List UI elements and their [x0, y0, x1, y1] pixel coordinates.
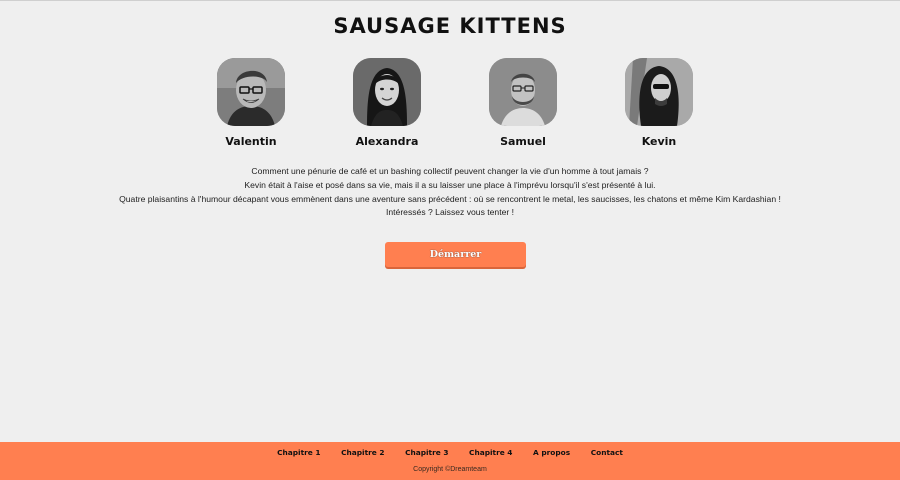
- copyright-text: Copyright ©Dreamteam: [413, 466, 487, 473]
- avatar-valentin: [217, 58, 285, 126]
- footer-link-chapitre-1[interactable]: Chapitre 1: [277, 448, 320, 457]
- member-name: Kevin: [641, 135, 677, 148]
- footer-link-a-propos[interactable]: A propos: [533, 448, 570, 457]
- intro-text: Comment une pénurie de café et un bashin…: [0, 165, 900, 220]
- footer-nav: Chapitre 1 Chapitre 2 Chapitre 3 Chapitr…: [0, 448, 900, 457]
- start-button[interactable]: Démarrer: [385, 242, 526, 267]
- member-name: Valentin: [225, 135, 277, 148]
- team-member-kevin: Kevin: [604, 58, 714, 148]
- site-title: SAUSAGE KITTENS: [333, 14, 567, 38]
- member-name: Alexandra: [355, 135, 419, 148]
- team-member-valentin: Valentin: [196, 58, 306, 148]
- footer-link-contact[interactable]: Contact: [591, 448, 623, 457]
- team-member-alexandra: Alexandra: [332, 58, 442, 148]
- intro-line: Kevin était à l'aise et posé dans sa vie…: [244, 179, 656, 190]
- top-divider: [0, 0, 900, 1]
- avatar-kevin: [625, 58, 693, 126]
- member-name: Samuel: [500, 135, 546, 148]
- intro-line: Intéressés ? Laissez vous tenter !: [385, 207, 515, 218]
- footer: Chapitre 1 Chapitre 2 Chapitre 3 Chapitr…: [0, 442, 900, 480]
- footer-link-chapitre-3[interactable]: Chapitre 3: [405, 448, 448, 457]
- footer-link-chapitre-4[interactable]: Chapitre 4: [469, 448, 512, 457]
- avatar-samuel: [489, 58, 557, 126]
- team-section: Valentin Alexandra Samuel Kevin: [0, 58, 900, 158]
- intro-line: Comment une pénurie de café et un bashin…: [251, 166, 649, 176]
- intro-line: Quatre plaisantins à l'humour décapant v…: [119, 193, 781, 204]
- team-member-samuel: Samuel: [468, 58, 578, 148]
- avatar-alexandra: [353, 58, 421, 126]
- footer-link-chapitre-2[interactable]: Chapitre 2: [341, 448, 384, 457]
